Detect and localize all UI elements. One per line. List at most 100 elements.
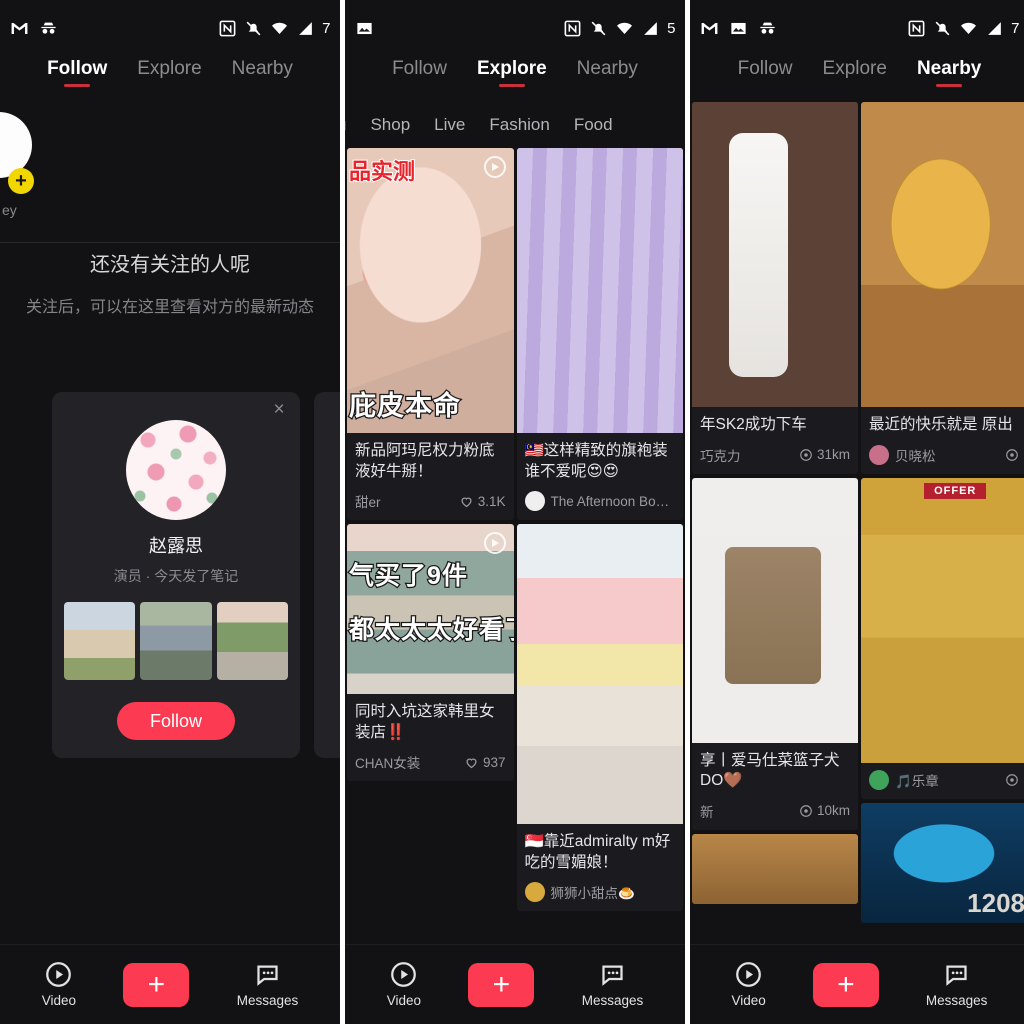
chip-fashion[interactable]: Fashion bbox=[489, 115, 549, 135]
chat-bubble-icon bbox=[602, 965, 623, 986]
tab-follow[interactable]: Follow bbox=[388, 56, 451, 80]
avatar[interactable] bbox=[524, 882, 545, 903]
tab-follow[interactable]: Follow bbox=[734, 56, 797, 80]
create-post-button[interactable]: + bbox=[812, 962, 879, 1007]
chip-menu[interactable]: u bbox=[345, 115, 346, 135]
tab-nearby[interactable]: Nearby bbox=[573, 56, 642, 80]
play-icon[interactable] bbox=[483, 532, 506, 555]
card-image[interactable] bbox=[861, 102, 1024, 407]
avatar[interactable] bbox=[126, 420, 226, 520]
nav-item-messages[interactable]: Messages bbox=[582, 961, 643, 1008]
feed-card[interactable]: 品实测 庇皮本命 新品阿玛尼权力粉底液好牛掰！ 甜er 3.1K bbox=[347, 148, 514, 521]
card-image[interactable] bbox=[861, 477, 1024, 763]
card-username[interactable]: 贝晓松 bbox=[895, 445, 936, 465]
nav-label-messages: Messages bbox=[236, 993, 299, 1008]
bottom-nav-bar[interactable]: Video + Messages bbox=[0, 944, 340, 1024]
suggestion-thumbnails[interactable] bbox=[64, 602, 288, 680]
card-image[interactable] bbox=[516, 148, 683, 433]
tab-nearby[interactable]: Nearby bbox=[228, 56, 297, 80]
thumbnail[interactable] bbox=[216, 602, 288, 680]
nav-item-messages[interactable]: Messages bbox=[236, 961, 299, 1008]
card-image[interactable] bbox=[692, 102, 858, 407]
card-like-count[interactable]: 937 bbox=[464, 755, 506, 770]
card-image[interactable]: 品实测 庇皮本命 bbox=[347, 148, 514, 433]
card-username[interactable]: The Afternoon Bout... bbox=[551, 494, 676, 509]
status-bar-right-icons: 7 bbox=[907, 19, 1019, 38]
card-image[interactable]: 气买了9件 都太太太好看了 bbox=[347, 524, 514, 695]
card-image[interactable]: 1208 bbox=[861, 802, 1024, 923]
chip-food[interactable]: Food bbox=[574, 115, 613, 135]
bottom-nav-bar[interactable]: Video + Messages bbox=[690, 944, 1024, 1024]
avatar[interactable] bbox=[524, 491, 545, 512]
card-username[interactable]: 新 bbox=[700, 801, 714, 821]
notifications-off-icon bbox=[246, 21, 261, 35]
follow-button[interactable]: Follow bbox=[117, 702, 235, 740]
avatar[interactable] bbox=[869, 444, 889, 465]
like-count-value: 3.1K bbox=[477, 493, 506, 509]
create-post-button[interactable]: + bbox=[123, 962, 190, 1007]
nav-item-video[interactable]: Video bbox=[42, 961, 76, 1008]
suggestion-carousel[interactable]: × 赵露思 演员 · 今天发了笔记 Follow bbox=[0, 392, 340, 758]
card-caption: 年SK2成功下车 bbox=[700, 416, 807, 433]
card-footer: 甜er 3.1K bbox=[347, 484, 514, 520]
card-username[interactable]: CHAN女装 bbox=[355, 752, 420, 772]
suggestion-card-next[interactable] bbox=[314, 392, 340, 758]
signal-icon bbox=[988, 21, 1001, 35]
gmail-icon bbox=[701, 22, 718, 34]
feed-column-right: 最近的快乐就是 原出 贝晓松 🎵乐章 bbox=[861, 102, 1024, 923]
story-add-badge[interactable]: + bbox=[8, 168, 34, 194]
feed-card[interactable]: 🇲🇾这样精致的旗袍装谁不爱呢😍😍 The Afternoon Bout... bbox=[516, 148, 683, 521]
card-username[interactable]: 巧克力 bbox=[700, 445, 741, 465]
card-distance: 31km bbox=[799, 447, 850, 462]
feed-card[interactable]: 🎵乐章 bbox=[861, 477, 1024, 799]
nav-item-video[interactable]: Video bbox=[387, 961, 421, 1008]
card-caption: 新品阿玛尼权力粉底液好牛掰！ bbox=[355, 442, 495, 480]
nav-label-video: Video bbox=[731, 993, 766, 1008]
suggestion-card[interactable]: × 赵露思 演员 · 今天发了笔记 Follow bbox=[52, 392, 300, 758]
feed-card[interactable]: 1208 bbox=[861, 802, 1024, 923]
feed-card[interactable]: 享丨爱马仕菜篮子犬DO🤎 新 10km bbox=[692, 477, 858, 830]
tab-explore[interactable]: Explore bbox=[819, 56, 891, 80]
bottom-nav-bar[interactable]: Video + Messages bbox=[345, 944, 685, 1024]
nav-item-messages[interactable]: Messages bbox=[926, 961, 987, 1008]
play-icon[interactable] bbox=[483, 156, 506, 178]
card-image[interactable] bbox=[516, 524, 683, 825]
signal-icon bbox=[644, 21, 657, 35]
top-tab-bar[interactable]: Follow Explore Nearby bbox=[690, 56, 1024, 102]
feed-card[interactable]: 最近的快乐就是 原出 贝晓松 bbox=[861, 102, 1024, 474]
tab-explore[interactable]: Explore bbox=[133, 56, 205, 80]
nav-item-video[interactable]: Video bbox=[732, 961, 766, 1008]
top-tab-bar[interactable]: Follow Explore Nearby bbox=[345, 56, 685, 102]
card-username[interactable]: 狮狮小甜点🍮 bbox=[551, 882, 635, 902]
avatar[interactable] bbox=[869, 769, 889, 790]
feed-card[interactable] bbox=[692, 833, 858, 904]
tab-explore[interactable]: Explore bbox=[473, 56, 551, 80]
feed-column-left: 品实测 庇皮本命 新品阿玛尼权力粉底液好牛掰！ 甜er 3.1K 气买了9件 都… bbox=[347, 148, 514, 911]
chip-shop[interactable]: Shop bbox=[370, 115, 410, 135]
card-caption: 🇸🇬靠近admiralty m好吃的雪媚娘！ bbox=[524, 833, 671, 871]
create-post-button[interactable]: + bbox=[468, 962, 535, 1007]
nearby-feed[interactable]: 年SK2成功下车 巧克力 31km 享丨爱马仕菜篮子犬DO🤎 新 10km 最近… bbox=[690, 102, 1024, 923]
thumbnail[interactable] bbox=[140, 602, 212, 680]
top-tab-bar[interactable]: Follow Explore Nearby bbox=[0, 56, 340, 102]
feed-card[interactable]: 🇸🇬靠近admiralty m好吃的雪媚娘！ 狮狮小甜点🍮 bbox=[516, 524, 683, 912]
notifications-off-icon bbox=[935, 21, 950, 35]
card-image[interactable] bbox=[692, 833, 858, 904]
phone-screenshot-explore: 5 Follow Explore Nearby u Shop Live Fash… bbox=[345, 0, 685, 1024]
explore-feed[interactable]: 品实测 庇皮本命 新品阿玛尼权力粉底液好牛掰！ 甜er 3.1K 气买了9件 都… bbox=[345, 148, 685, 912]
tab-follow[interactable]: Follow bbox=[43, 56, 111, 80]
feed-card[interactable]: 年SK2成功下车 巧克力 31km bbox=[692, 102, 858, 474]
feed-card[interactable]: 气买了9件 都太太太好看了 同时入坑这家韩里女装店‼️ CHAN女装 937 bbox=[347, 524, 514, 782]
card-footer: 巧克力 31km bbox=[692, 438, 858, 474]
card-username[interactable]: 甜er bbox=[355, 491, 381, 511]
card-username[interactable]: 🎵乐章 bbox=[895, 770, 939, 790]
close-icon[interactable]: × bbox=[270, 400, 288, 420]
nfc-icon bbox=[219, 20, 236, 36]
chip-live[interactable]: Live bbox=[434, 115, 465, 135]
tab-nearby[interactable]: Nearby bbox=[913, 56, 985, 80]
thumbnail[interactable] bbox=[64, 602, 136, 680]
card-image[interactable] bbox=[692, 477, 858, 743]
card-like-count[interactable]: 3.1K bbox=[459, 494, 506, 509]
category-chip-bar[interactable]: u Shop Live Fashion Food bbox=[345, 102, 685, 148]
card-caption: 🇲🇾这样精致的旗袍装谁不爱呢😍😍 bbox=[524, 442, 668, 480]
